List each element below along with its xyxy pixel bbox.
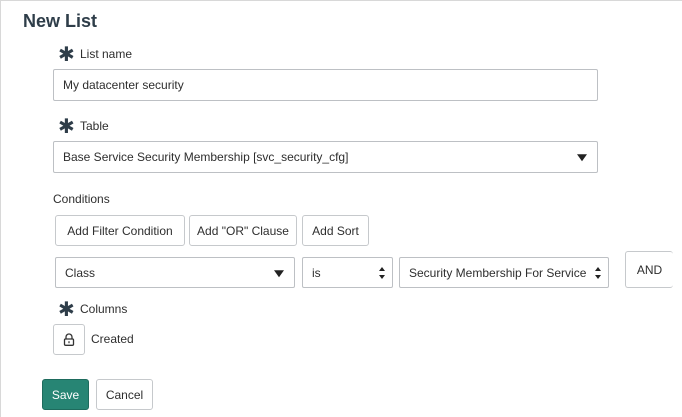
conditions-label: Conditions <box>53 192 110 206</box>
condition-field-value: Class <box>65 265 96 280</box>
save-button[interactable]: Save <box>42 379 89 410</box>
list-name-value: My datacenter security <box>63 78 184 92</box>
required-asterisk-icon: ✱ <box>58 297 75 321</box>
cancel-button[interactable]: Cancel <box>96 379 153 410</box>
page-title: New List <box>23 11 98 31</box>
required-asterisk-icon: ✱ <box>58 114 75 138</box>
dialog <box>0 0 682 417</box>
sort-arrows-icon <box>595 266 602 279</box>
list-name-label: List name <box>80 47 133 61</box>
list-name-label-group: ✱ List name <box>58 42 133 66</box>
column-item: Created <box>91 332 134 346</box>
table-selected-value: Base Service Security Membership [svc_se… <box>63 150 349 164</box>
condition-operator-value: is <box>312 265 321 280</box>
table-select[interactable]: Base Service Security Membership [svc_se… <box>53 141 598 173</box>
chevron-down-icon <box>274 269 284 277</box>
condition-field-select[interactable]: Class <box>55 257 295 288</box>
list-name-input[interactable]: My datacenter security <box>53 69 598 101</box>
chevron-down-icon <box>577 154 587 162</box>
lock-column-button[interactable] <box>53 324 85 355</box>
condition-value-select[interactable]: Security Membership For Service L <box>399 257 609 288</box>
table-label-group: ✱ Table <box>58 114 109 138</box>
add-filter-condition-button[interactable]: Add Filter Condition <box>55 215 185 246</box>
add-or-clause-button[interactable]: Add "OR" Clause <box>189 215 297 246</box>
sort-arrows-icon <box>379 266 386 279</box>
add-sort-button[interactable]: Add Sort <box>302 215 369 246</box>
condition-operator-select[interactable]: is <box>302 257 393 288</box>
table-label: Table <box>80 119 109 133</box>
columns-label: Columns <box>80 302 128 316</box>
condition-value: Security Membership For Service L <box>409 265 590 280</box>
and-connector-button[interactable]: AND <box>625 251 673 288</box>
lock-icon <box>63 333 75 346</box>
columns-label-group: ✱ Columns <box>58 297 128 321</box>
required-asterisk-icon: ✱ <box>58 42 75 66</box>
